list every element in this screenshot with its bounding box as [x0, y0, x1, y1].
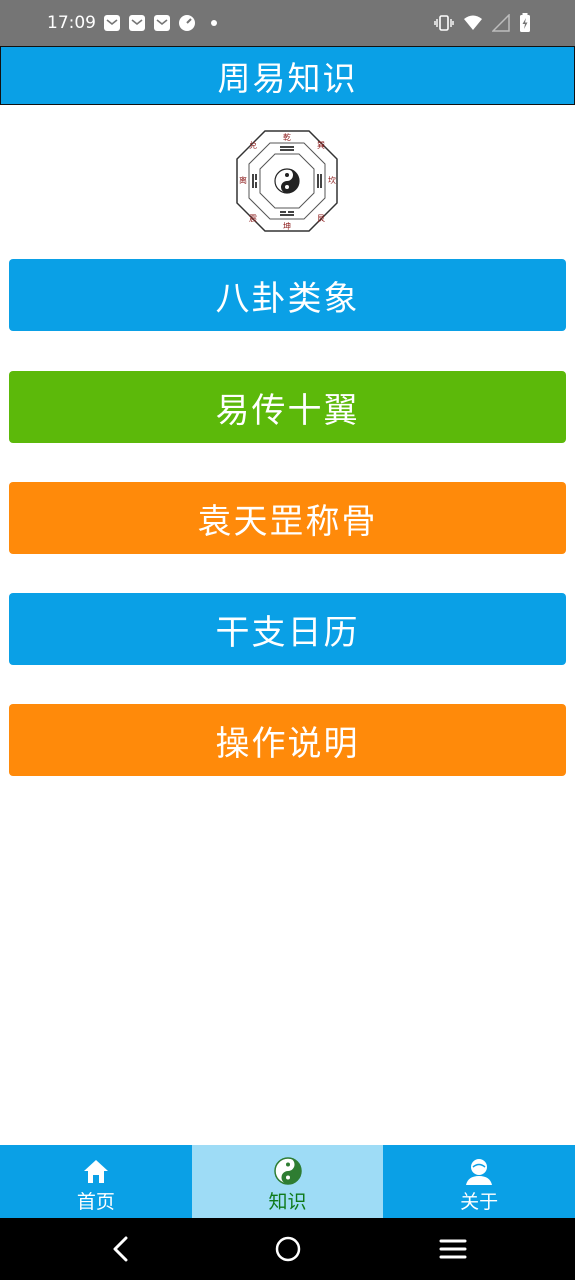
menu-button-instructions[interactable]: 操作说明	[9, 704, 566, 776]
yin-yang-icon	[273, 1157, 302, 1185]
menu-button-label: 袁天罡称骨	[197, 501, 378, 542]
vibrate-icon	[434, 15, 454, 31]
dot-icon	[211, 20, 217, 26]
menu-button-chenggu[interactable]: 袁天罡称骨	[9, 482, 566, 554]
svg-text:艮: 艮	[317, 214, 325, 223]
svg-text:巽: 巽	[317, 141, 325, 150]
svg-text:乾: 乾	[283, 132, 291, 142]
nav-item-about[interactable]: 关于	[383, 1145, 575, 1218]
system-nav-bar	[0, 1218, 575, 1280]
system-status-icons	[434, 13, 531, 33]
back-icon[interactable]	[106, 1234, 136, 1264]
nav-item-knowledge[interactable]: 知识	[191, 1145, 384, 1218]
menu-button-label: 八卦类象	[215, 278, 360, 319]
nav-label: 首页	[76, 1191, 115, 1213]
user-icon	[466, 1159, 493, 1185]
menu-button-label: 操作说明	[215, 723, 360, 764]
notification-icons	[103, 14, 217, 32]
menu-button-bagua[interactable]: 八卦类象	[9, 259, 566, 331]
nav-label: 关于	[460, 1191, 499, 1213]
nav-label: 知识	[268, 1191, 307, 1213]
mail-icon	[154, 15, 170, 31]
recents-icon[interactable]	[438, 1234, 468, 1264]
battery-charging-icon	[520, 13, 530, 32]
menu-button-ganzhi-calendar[interactable]: 干支日历	[9, 593, 566, 665]
menu-button-yizhuan[interactable]: 易传十翼	[9, 371, 566, 443]
home-circle-icon[interactable]	[273, 1234, 303, 1264]
title-bar: 周易知识	[0, 46, 575, 105]
nav-item-home[interactable]: 首页	[0, 1145, 192, 1218]
mail-icon	[129, 15, 145, 31]
home-icon	[83, 1160, 108, 1183]
bottom-nav: 首页 知识 关于	[0, 1145, 575, 1218]
mail-icon	[104, 15, 120, 31]
status-time: 17:09	[47, 13, 96, 33]
svg-text:离: 离	[239, 175, 247, 185]
menu-button-label: 易传十翼	[215, 390, 360, 431]
page-title: 周易知识	[217, 58, 358, 98]
bagua-logo: 乾坤 离 坎 兑 巽 震 艮	[236, 130, 338, 232]
wifi-icon	[464, 15, 482, 30]
status-bar: 17:09	[0, 0, 575, 46]
signal-icon	[492, 14, 510, 32]
svg-text:坎: 坎	[328, 175, 336, 185]
menu-button-label: 干支日历	[215, 612, 360, 653]
svg-text:兑: 兑	[249, 140, 257, 150]
gauge-icon	[179, 15, 195, 31]
svg-text:震: 震	[249, 214, 257, 223]
svg-text:坤: 坤	[283, 221, 291, 231]
